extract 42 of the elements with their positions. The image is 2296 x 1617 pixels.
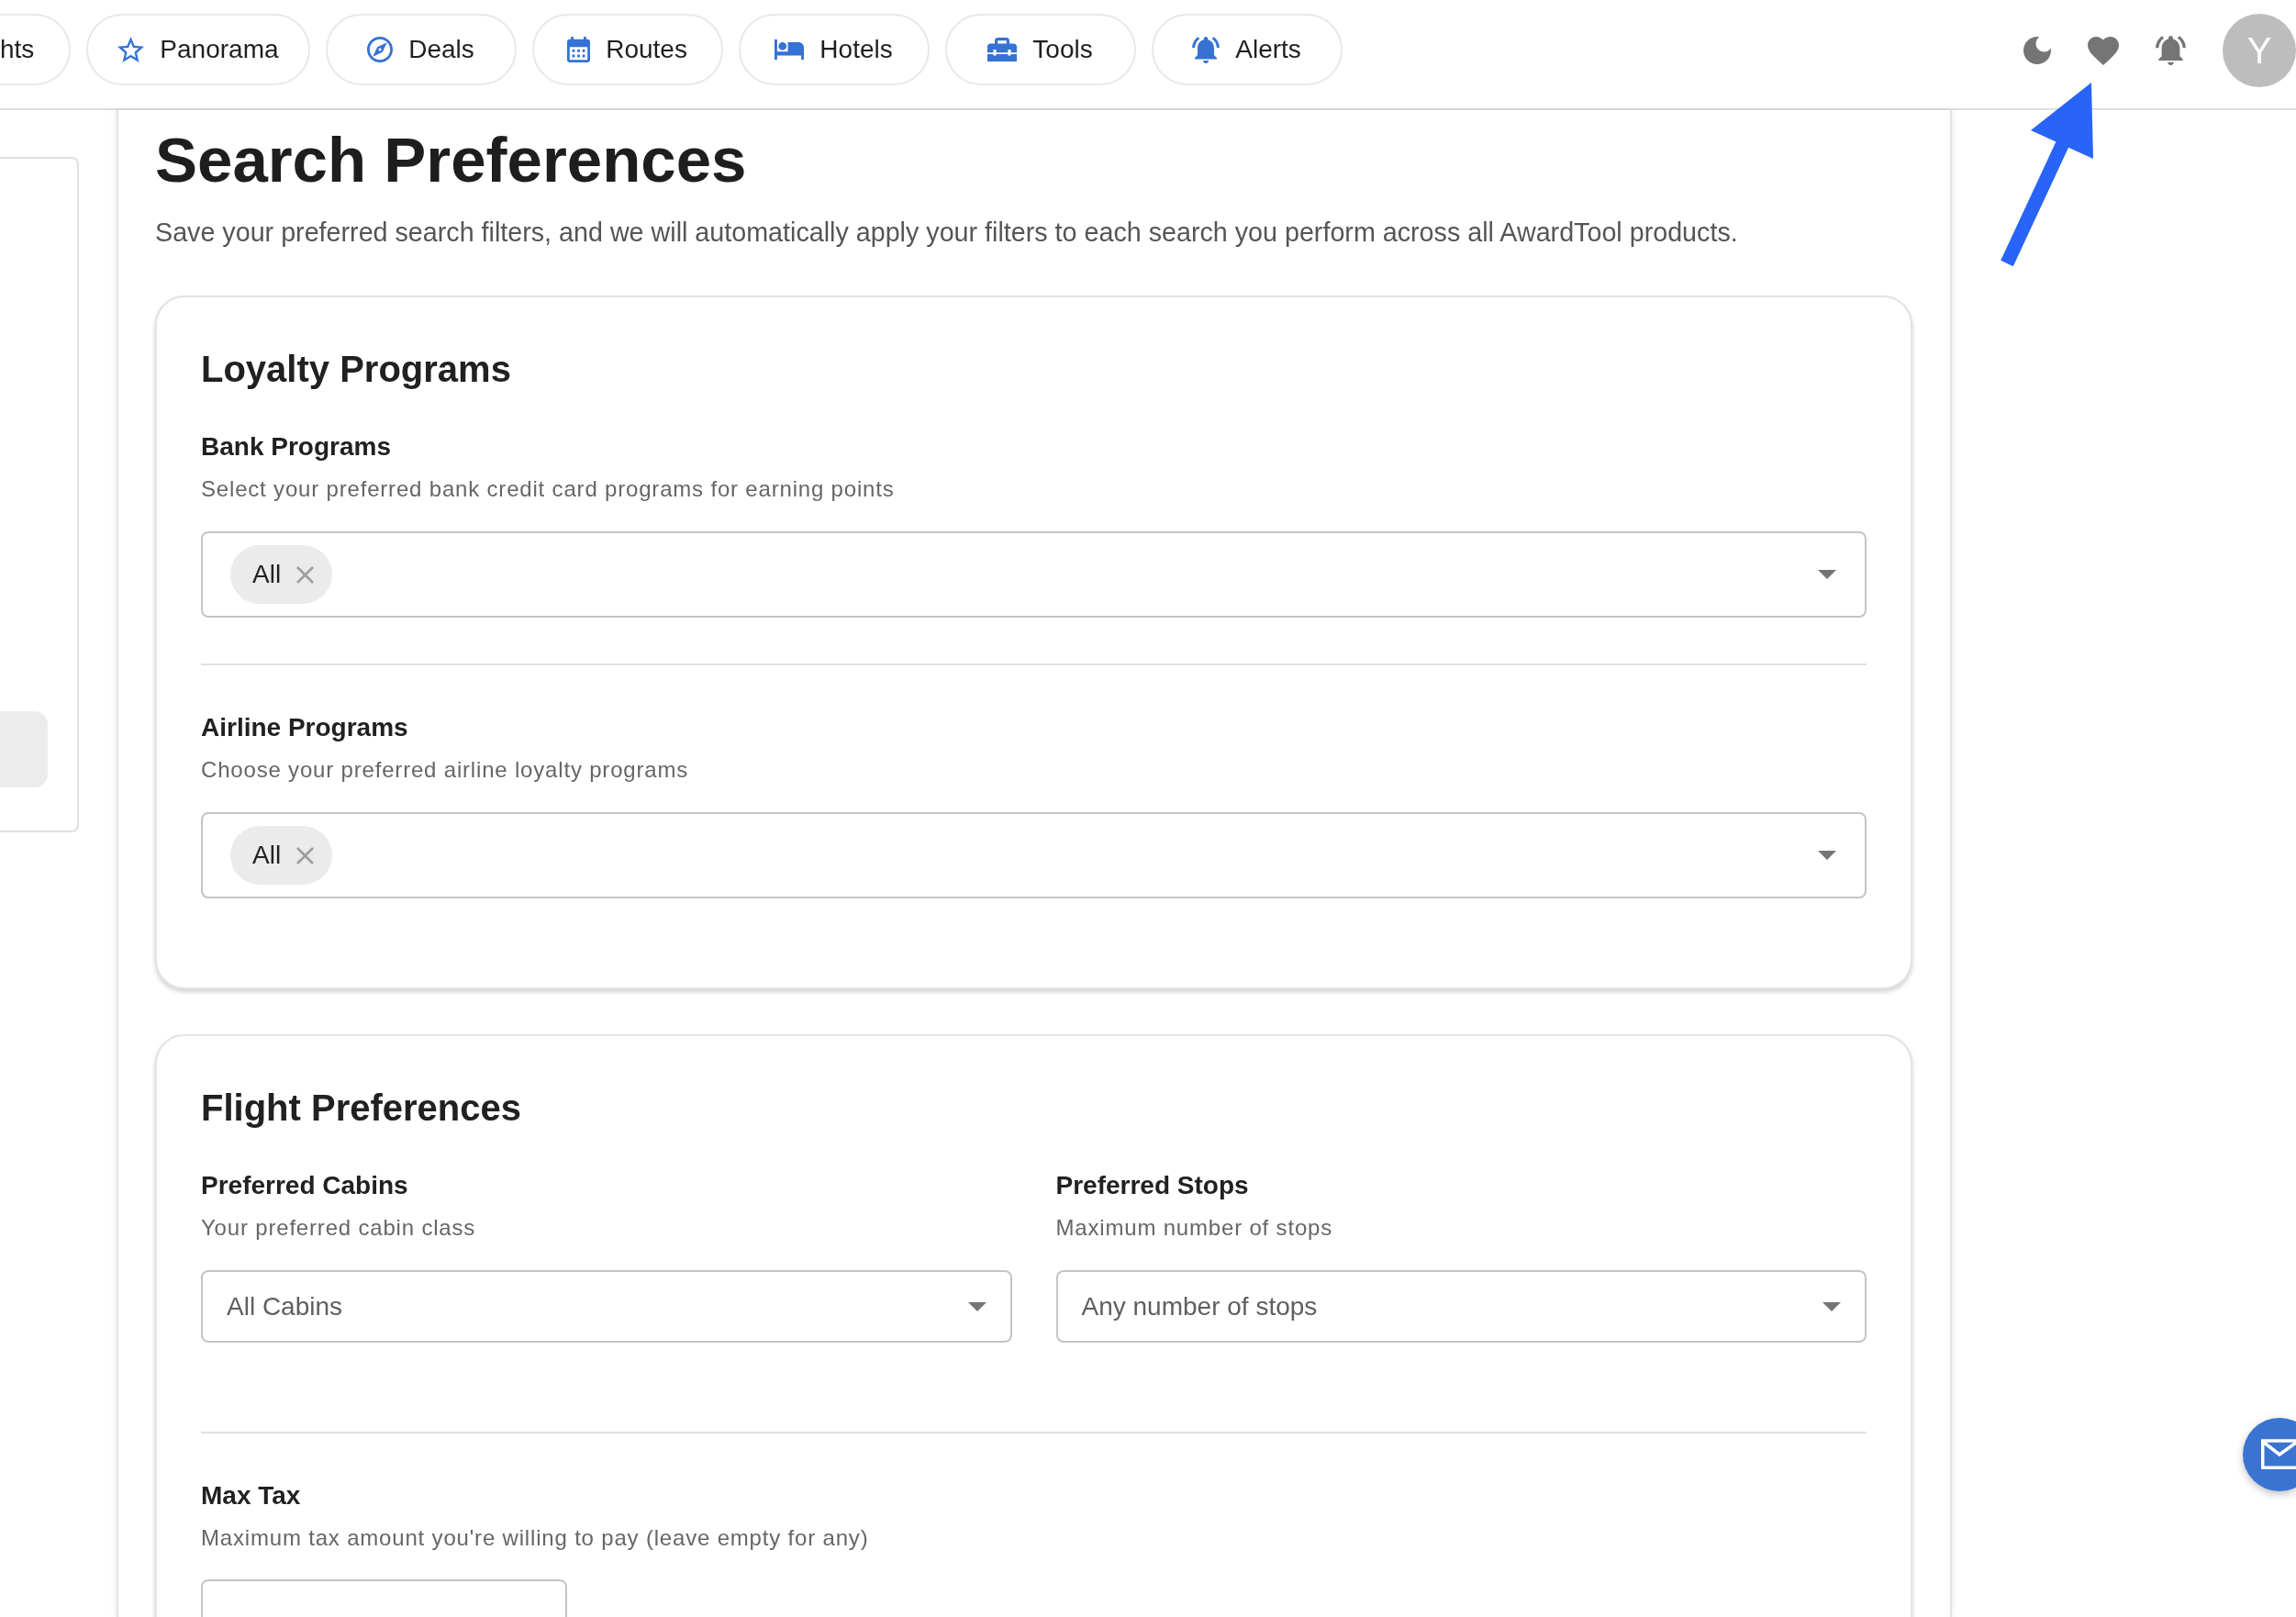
field-label: Airline Programs xyxy=(201,712,408,743)
calendar-icon xyxy=(567,37,591,62)
dropdown-arrow-icon xyxy=(967,1301,986,1311)
field-label: Bank Programs xyxy=(201,431,391,463)
moon-icon[interactable] xyxy=(2023,37,2051,64)
multi-select-field[interactable]: All xyxy=(201,531,1867,618)
section-title: Flight Preferences xyxy=(201,1087,521,1130)
contact-button[interactable] xyxy=(2243,1418,2296,1491)
selected-chip[interactable]: All xyxy=(230,826,333,885)
bell-icon[interactable] xyxy=(2156,36,2186,65)
select-field[interactable]: All Cabins xyxy=(201,1270,1012,1343)
nav-tab[interactable]: Panorama xyxy=(86,14,310,85)
field-description: Select your preferred bank credit card programs for earning points xyxy=(201,475,895,503)
nav-tab[interactable]: Hotels xyxy=(738,14,930,85)
field-description: Choose your preferred airline loyalty programs xyxy=(201,756,689,784)
bed-icon xyxy=(775,39,805,60)
section-title: Loyalty Programs xyxy=(201,348,511,391)
heart-icon[interactable] xyxy=(2088,36,2119,65)
page-subtitle: Save your preferred search filters, and we will automatically apply your filters to each search you perform across all AwardTool products. xyxy=(155,217,1738,249)
dropdown-arrow-icon xyxy=(1818,851,1836,860)
mail-icon xyxy=(2261,1439,2296,1469)
dropdown-arrow-icon xyxy=(1818,570,1836,579)
nav-tab[interactable]: Routes xyxy=(531,14,723,85)
field-label: Preferred Stops xyxy=(1055,1170,1249,1201)
page-title: Search Preferences xyxy=(155,124,747,197)
toolbox-icon xyxy=(987,38,1018,61)
field-description: Maximum tax amount you're willing to pay (leave empty for any) xyxy=(201,1524,869,1552)
nav-tab[interactable]: hts xyxy=(0,14,72,85)
dropdown-arrow-icon xyxy=(1822,1301,1841,1311)
nav-tab[interactable]: Alerts xyxy=(1151,14,1343,85)
select-field[interactable]: Any number of stops xyxy=(1055,1270,1867,1343)
selected-chip[interactable]: All xyxy=(230,545,333,604)
nav-tab[interactable]: Deals xyxy=(325,14,517,85)
field-label: Max Tax xyxy=(201,1480,301,1511)
nav-tab[interactable]: Tools xyxy=(944,14,1136,85)
bell-icon xyxy=(1192,36,1220,63)
multi-select-field[interactable]: All xyxy=(201,812,1867,898)
compass-icon xyxy=(367,37,394,62)
field-label: Preferred Cabins xyxy=(201,1170,408,1201)
field-description: Your preferred cabin class xyxy=(201,1214,476,1242)
star-icon xyxy=(117,37,145,62)
field-description: Maximum number of stops xyxy=(1055,1214,1333,1242)
